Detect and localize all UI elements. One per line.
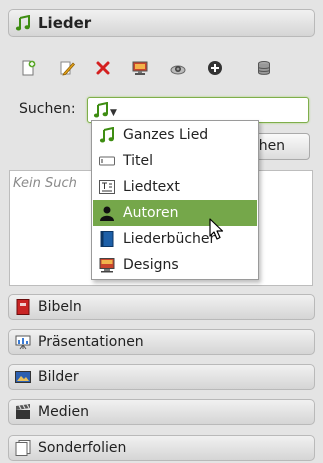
person-icon bbox=[99, 205, 115, 221]
film-clapper-icon bbox=[15, 404, 31, 420]
menu-item-label: Autoren bbox=[123, 205, 179, 221]
add-to-presentation-button[interactable] bbox=[130, 58, 150, 78]
presentation-icon bbox=[132, 60, 148, 76]
delete-x-icon bbox=[95, 60, 111, 76]
chart-board-icon bbox=[15, 334, 31, 350]
bible-icon bbox=[15, 299, 31, 315]
database-icon bbox=[256, 60, 272, 76]
section-label: Sonderfolien bbox=[38, 440, 127, 456]
menu-item-liederbuecher[interactable]: Liederbücher bbox=[93, 226, 257, 252]
edit-pencil-icon bbox=[59, 60, 75, 76]
music-note-icon bbox=[99, 126, 115, 143]
plus-circle-icon bbox=[207, 60, 223, 76]
pages-icon bbox=[15, 440, 31, 456]
menu-item-designs[interactable]: Designs bbox=[93, 252, 257, 278]
search-type-menu: Ganzes Lied Titel Liedtext Autoren Liede… bbox=[91, 120, 259, 280]
add-button[interactable] bbox=[205, 58, 225, 78]
menu-item-label: Titel bbox=[123, 153, 154, 169]
database-button[interactable] bbox=[254, 58, 274, 78]
new-document-icon bbox=[20, 60, 36, 76]
delete-song-button[interactable] bbox=[93, 58, 113, 78]
search-label: Suchen: bbox=[19, 101, 76, 117]
section-praesentationen[interactable]: Präsentationen bbox=[8, 329, 315, 355]
preview-button[interactable] bbox=[168, 58, 188, 78]
image-icon bbox=[15, 369, 31, 385]
section-medien[interactable]: Medien bbox=[8, 399, 315, 425]
title-field-icon bbox=[99, 153, 115, 169]
results-placeholder: Kein Such bbox=[13, 176, 77, 191]
section-label: Bilder bbox=[38, 369, 79, 385]
menu-item-liedtext[interactable]: Liedtext bbox=[93, 174, 257, 200]
menu-item-titel[interactable]: Titel bbox=[93, 148, 257, 174]
section-label: Medien bbox=[38, 404, 89, 420]
menu-item-autoren[interactable]: Autoren bbox=[93, 200, 257, 226]
section-label: Präsentationen bbox=[38, 334, 144, 350]
menu-item-ganzes-lied[interactable]: Ganzes Lied bbox=[93, 122, 257, 148]
panel-title: Lieder bbox=[38, 14, 92, 32]
text-lines-icon bbox=[99, 179, 115, 195]
songs-panel-header[interactable]: Lieder bbox=[8, 9, 315, 37]
edit-song-button[interactable] bbox=[57, 58, 77, 78]
music-note-icon bbox=[93, 101, 109, 118]
section-sonderfolien[interactable]: Sonderfolien bbox=[8, 435, 315, 461]
search-type-dropdown[interactable]: ▼ bbox=[93, 101, 117, 118]
menu-item-label: Liedtext bbox=[123, 179, 180, 195]
monitor-icon bbox=[99, 257, 115, 273]
book-icon bbox=[99, 231, 115, 247]
menu-item-label: Liederbücher bbox=[123, 231, 216, 247]
mouse-cursor-icon bbox=[209, 218, 225, 246]
music-note-icon bbox=[15, 14, 31, 31]
chevron-down-icon: ▼ bbox=[110, 107, 117, 118]
camera-icon bbox=[170, 60, 186, 76]
menu-item-label: Ganzes Lied bbox=[123, 127, 209, 143]
new-song-button[interactable] bbox=[18, 58, 38, 78]
menu-item-label: Designs bbox=[123, 257, 179, 273]
section-bilder[interactable]: Bilder bbox=[8, 364, 315, 390]
section-bibeln[interactable]: Bibeln bbox=[8, 294, 315, 320]
section-label: Bibeln bbox=[38, 299, 82, 315]
